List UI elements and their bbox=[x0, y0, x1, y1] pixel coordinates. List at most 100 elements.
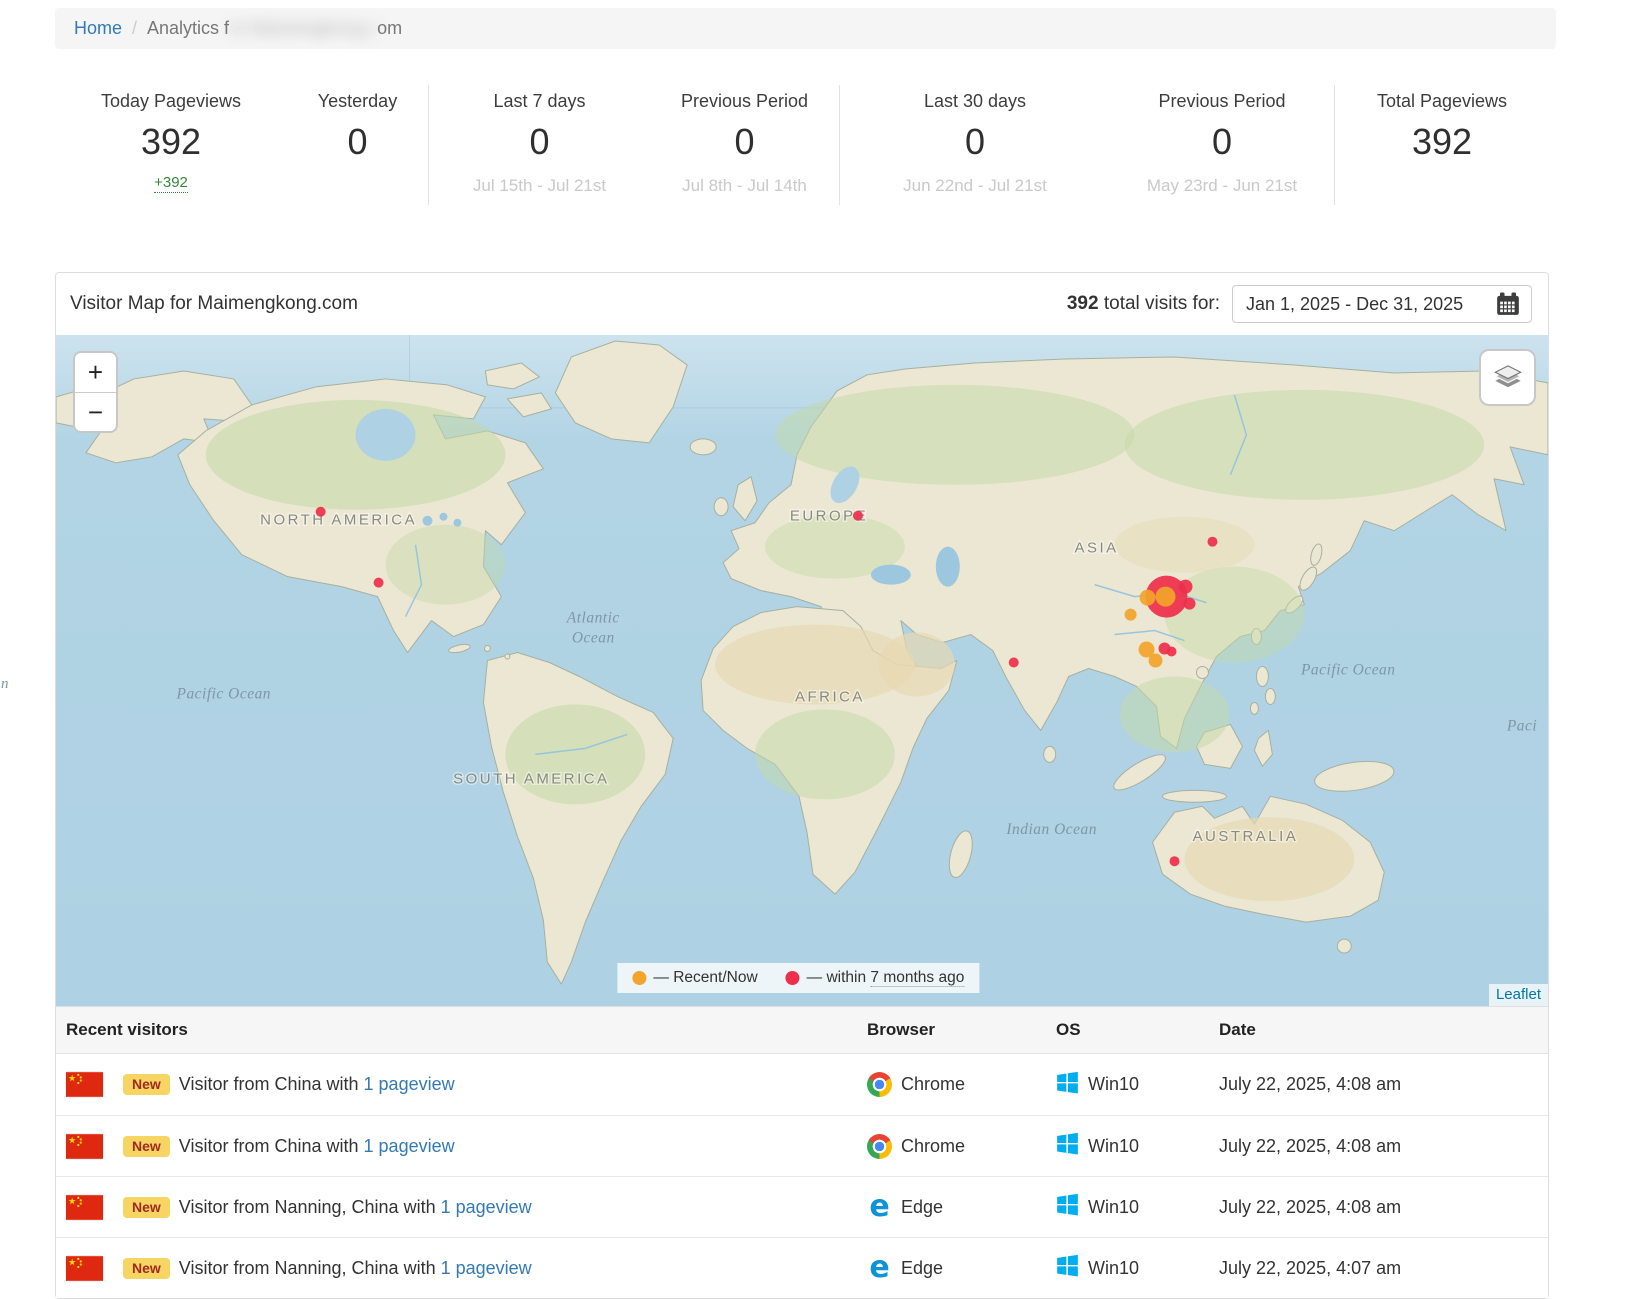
map-label-pacific-east: Pacific Ocean bbox=[1300, 661, 1396, 678]
new-visitor-badge: New bbox=[123, 1258, 170, 1279]
header-os: OS bbox=[1056, 1020, 1219, 1040]
recent-visitors-table: Recent visitors Browser OS Date New Visi… bbox=[56, 1006, 1548, 1298]
chrome-icon bbox=[867, 1072, 892, 1097]
windows-icon bbox=[1056, 1071, 1079, 1099]
china-flag-icon bbox=[66, 1072, 103, 1097]
header-date: Date bbox=[1219, 1020, 1548, 1040]
visitor-dot-old[interactable] bbox=[853, 511, 863, 521]
map-legend: — Recent/Now — within 7 months ago bbox=[617, 963, 979, 993]
header-recent-visitors: Recent visitors bbox=[66, 1020, 867, 1040]
map-label-australia: AUSTRALIA bbox=[1193, 828, 1299, 845]
browser-name: Edge bbox=[901, 1258, 943, 1279]
map-label-south-america: SOUTH AMERICA bbox=[453, 770, 609, 787]
edge-icon: e bbox=[867, 1256, 892, 1281]
os-name: Win10 bbox=[1088, 1258, 1139, 1279]
pageview-link[interactable]: 1 pageview bbox=[364, 1074, 455, 1095]
map-label-asia: ASIA bbox=[1075, 540, 1119, 557]
visitor-dot-recent[interactable] bbox=[1149, 654, 1163, 668]
zoom-in-button[interactable]: + bbox=[75, 353, 116, 392]
windows-icon bbox=[1056, 1132, 1079, 1160]
visitor-dot-recent[interactable] bbox=[1140, 590, 1156, 606]
map-label-pacific-west: Pacific Ocean bbox=[175, 685, 271, 702]
visit-date: July 22, 2025, 4:07 am bbox=[1219, 1258, 1548, 1279]
stat-yesterday: Yesterday 0 bbox=[287, 85, 428, 205]
legend-old: — within 7 months ago bbox=[786, 969, 965, 987]
blurred-domain: or Maimengkong.c bbox=[229, 18, 377, 38]
new-visitor-badge: New bbox=[123, 1074, 170, 1095]
chrome-icon bbox=[867, 1134, 892, 1159]
map-layers-button[interactable] bbox=[1479, 349, 1536, 406]
legend-recent-dot-icon bbox=[632, 971, 646, 985]
edge-icon: e bbox=[867, 1195, 892, 1220]
legend-old-tooltip-trigger[interactable]: 7 months ago bbox=[870, 969, 964, 987]
os-name: Win10 bbox=[1088, 1197, 1139, 1218]
table-row: New Visitor from China with 1 pageview C… bbox=[56, 1115, 1548, 1176]
china-flag-icon bbox=[66, 1134, 103, 1159]
layers-icon bbox=[1493, 365, 1523, 391]
total-visits-line: 392 total visits for: bbox=[1067, 293, 1220, 315]
breadcrumb-home-link[interactable]: Home bbox=[74, 18, 122, 39]
visitor-dot-old[interactable] bbox=[316, 507, 326, 517]
pageview-link[interactable]: 1 pageview bbox=[364, 1136, 455, 1157]
leaflet-attribution-link[interactable]: Leaflet bbox=[1489, 984, 1548, 1006]
stat-total-pageviews: Total Pageviews 392 bbox=[1334, 85, 1549, 205]
visit-date: July 22, 2025, 4:08 am bbox=[1219, 1136, 1548, 1157]
breadcrumb-current: Analytics for Maimengkong.com bbox=[147, 18, 402, 39]
map-label-indian: Indian Ocean bbox=[1005, 821, 1097, 838]
map-card-title: Visitor Map for Maimengkong.com bbox=[70, 293, 358, 315]
stat-today-pageviews: Today Pageviews 392 +392 bbox=[55, 85, 287, 205]
table-row: New Visitor from Nanning, China with 1 p… bbox=[56, 1176, 1548, 1237]
stats-summary-bar: Today Pageviews 392 +392 Yesterday 0 Las… bbox=[55, 85, 1549, 205]
visitor-dot-recent[interactable] bbox=[1125, 609, 1137, 621]
visitor-map[interactable]: NORTH AMERICA EUROPE ASIA AFRICA SOUTH A… bbox=[56, 335, 1548, 1006]
visitor-dot-old[interactable] bbox=[1167, 647, 1177, 657]
legend-recent: — Recent/Now bbox=[632, 969, 757, 987]
visitor-dot-recent[interactable] bbox=[1156, 587, 1176, 607]
visitor-dot-old[interactable] bbox=[374, 578, 384, 588]
browser-name: Chrome bbox=[901, 1074, 965, 1095]
visit-date: July 22, 2025, 4:08 am bbox=[1219, 1197, 1548, 1218]
visitor-dot-old[interactable] bbox=[1207, 537, 1217, 547]
browser-name: Chrome bbox=[901, 1136, 965, 1157]
map-label-africa: AFRICA bbox=[795, 688, 865, 705]
china-flag-icon bbox=[66, 1195, 103, 1220]
table-row: New Visitor from Nanning, China with 1 p… bbox=[56, 1237, 1548, 1298]
date-range-value: Jan 1, 2025 - Dec 31, 2025 bbox=[1246, 294, 1463, 315]
visitor-dot-old[interactable] bbox=[1178, 580, 1192, 594]
stat-today-delta[interactable]: +392 bbox=[154, 174, 188, 193]
map-card-header: Visitor Map for Maimengkong.com 392 tota… bbox=[56, 273, 1548, 335]
clipped-ocean-label-fragment: n bbox=[1, 676, 9, 693]
pageview-link[interactable]: 1 pageview bbox=[441, 1258, 532, 1279]
new-visitor-badge: New bbox=[123, 1136, 170, 1157]
stat-previous-period-week: Previous Period 0 Jul 8th - Jul 14th bbox=[650, 85, 839, 205]
breadcrumb: Home / Analytics for Maimengkong.com bbox=[55, 8, 1556, 49]
visitor-dot-old[interactable] bbox=[1170, 856, 1180, 866]
visitor-description: Visitor from Nanning, China with bbox=[179, 1258, 436, 1279]
date-range-picker[interactable]: Jan 1, 2025 - Dec 31, 2025 bbox=[1232, 285, 1532, 323]
calendar-icon bbox=[1495, 291, 1521, 317]
visitor-dot-old[interactable] bbox=[1009, 658, 1019, 668]
visitor-dot-old[interactable] bbox=[1183, 598, 1195, 610]
zoom-out-button[interactable]: − bbox=[75, 392, 116, 431]
visitor-description: Visitor from China with bbox=[179, 1074, 359, 1095]
header-browser: Browser bbox=[867, 1020, 1056, 1040]
stat-last-30-days: Last 30 days 0 Jun 22nd - Jul 21st bbox=[839, 85, 1110, 205]
visitor-map-card: Visitor Map for Maimengkong.com 392 tota… bbox=[55, 272, 1549, 1299]
visitor-description: Visitor from China with bbox=[179, 1136, 359, 1157]
map-label-atlantic-2: Ocean bbox=[572, 630, 615, 647]
pageview-link[interactable]: 1 pageview bbox=[441, 1197, 532, 1218]
stat-last-7-days: Last 7 days 0 Jul 15th - Jul 21st bbox=[428, 85, 650, 205]
visit-date: July 22, 2025, 4:08 am bbox=[1219, 1074, 1548, 1095]
windows-icon bbox=[1056, 1193, 1079, 1221]
table-row: New Visitor from China with 1 pageview C… bbox=[56, 1054, 1548, 1115]
new-visitor-badge: New bbox=[123, 1197, 170, 1218]
breadcrumb-separator: / bbox=[132, 18, 137, 39]
legend-old-dot-icon bbox=[786, 971, 800, 985]
os-name: Win10 bbox=[1088, 1074, 1139, 1095]
world-map-graphic: NORTH AMERICA EUROPE ASIA AFRICA SOUTH A… bbox=[56, 335, 1548, 1006]
windows-icon bbox=[1056, 1254, 1079, 1282]
china-flag-icon bbox=[66, 1256, 103, 1281]
visitor-description: Visitor from Nanning, China with bbox=[179, 1197, 436, 1218]
table-header-row: Recent visitors Browser OS Date bbox=[56, 1007, 1548, 1054]
map-label-atlantic-1: Atlantic bbox=[566, 610, 620, 627]
